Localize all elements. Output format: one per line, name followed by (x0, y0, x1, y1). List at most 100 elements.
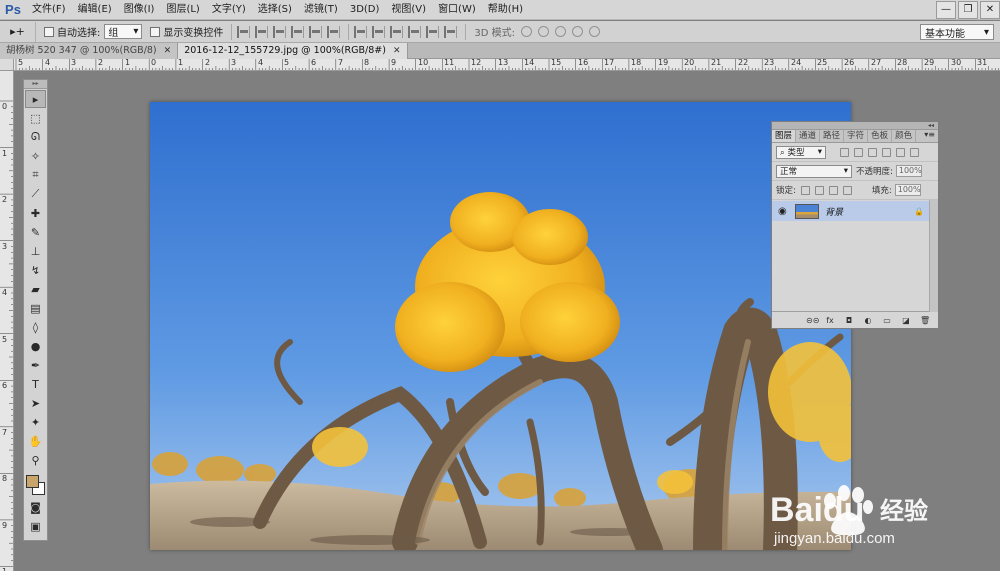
ruler-origin[interactable] (0, 59, 14, 71)
path-select-tool[interactable]: ➤ (25, 394, 46, 412)
auto-select-checkbox[interactable] (44, 26, 54, 37)
distribute-right-icon[interactable] (444, 25, 458, 38)
toolbox-header[interactable]: ▸▸ (24, 80, 47, 89)
menu-select[interactable]: 选择(S) (252, 0, 298, 20)
panel-collapse-icon[interactable]: ◂◂ (772, 122, 938, 130)
slide-3d-icon[interactable] (572, 26, 583, 37)
layer-style-icon[interactable]: fx (825, 316, 835, 325)
blur-tool[interactable]: ◊ (25, 318, 46, 336)
brush-tool[interactable]: ✎ (25, 223, 46, 241)
eraser-tool[interactable]: ▰ (25, 280, 46, 298)
lock-transparent-icon[interactable] (800, 185, 810, 195)
lock-image-icon[interactable] (814, 185, 824, 195)
healing-brush-tool[interactable]: ✚ (25, 204, 46, 222)
align-vcenter-icon[interactable] (255, 25, 269, 38)
show-transform-checkbox[interactable] (150, 26, 161, 37)
align-hcenter-icon[interactable] (309, 25, 323, 38)
close-icon[interactable]: ✕ (393, 43, 401, 59)
document-canvas[interactable] (150, 102, 851, 550)
align-right-icon[interactable] (327, 25, 341, 38)
crop-tool[interactable]: ⌗ (25, 166, 46, 184)
layer-list-scrollbar[interactable] (929, 200, 938, 312)
filter-pixel-icon[interactable] (840, 147, 849, 157)
menu-window[interactable]: 窗口(W) (432, 0, 482, 20)
tab-document-1[interactable]: 胡杨树 520 347 @ 100%(RGB/8) ✕ (0, 43, 179, 59)
lock-position-icon[interactable] (828, 185, 838, 195)
lasso-tool[interactable]: ᘏ (25, 128, 46, 146)
distribute-hcenter-icon[interactable] (426, 25, 440, 38)
align-top-icon[interactable] (237, 25, 251, 38)
menu-type[interactable]: 文字(Y) (206, 0, 252, 20)
shape-tool[interactable]: ✦ (25, 413, 46, 431)
screen-mode-icon[interactable]: ▣ (25, 517, 46, 535)
opacity-field[interactable]: 100% (895, 165, 922, 177)
adjustment-layer-icon[interactable]: ◐ (863, 316, 873, 325)
horizontal-ruler[interactable]: 5 4 3 2 1 0 1 2 3 4 5 6 7 8 9 10 11 12 13 14 15 16 17 18 19 20 21 2… (14, 59, 1000, 71)
new-group-icon[interactable]: ▭ (882, 316, 892, 325)
layer-filter-dropdown[interactable]: ⌕ 类型 ▾ (776, 145, 826, 159)
eye-icon[interactable]: ◉ (778, 206, 790, 217)
new-layer-icon[interactable]: ◪ (901, 316, 911, 325)
layer-row-background[interactable]: ◉ 背景 🔒 (772, 201, 930, 221)
auto-select-dropdown[interactable]: 组 ▾ (104, 24, 143, 39)
link-layers-icon[interactable]: ⊝⊝ (806, 316, 819, 325)
rotate-3d-icon[interactable] (521, 26, 532, 37)
foreground-color-swatch[interactable] (26, 475, 39, 488)
distribute-bottom-icon[interactable] (390, 25, 404, 38)
tab-swatches[interactable]: 色板 (868, 130, 893, 142)
menu-help[interactable]: 帮助(H) (482, 0, 529, 20)
tab-color[interactable]: 颜色 (892, 130, 917, 142)
menu-filter[interactable]: 滤镜(T) (298, 0, 344, 20)
drag-3d-icon[interactable] (555, 26, 566, 37)
filter-type-icon[interactable] (868, 147, 877, 157)
marquee-tool[interactable]: ⬚ (25, 109, 46, 127)
distribute-vcenter-icon[interactable] (372, 25, 386, 38)
layer-name[interactable]: 背景 (825, 205, 843, 218)
hand-tool[interactable]: ✋ (25, 432, 46, 450)
tab-document-2[interactable]: 2016-12-12_155729.jpg @ 100%(RGB/8#) ✕ (178, 43, 408, 59)
vertical-ruler[interactable]: 01234567891 (0, 59, 14, 571)
add-mask-icon[interactable]: ◘ (844, 316, 854, 325)
filter-shape-icon[interactable] (882, 147, 891, 157)
filter-smart-object-icon[interactable] (896, 147, 905, 157)
workspace-dropdown[interactable]: 基本功能 ▾ (920, 24, 994, 40)
minimize-button[interactable]: — (936, 1, 956, 19)
clone-stamp-tool[interactable]: ⊥ (25, 242, 46, 260)
menu-view[interactable]: 视图(V) (385, 0, 432, 20)
close-icon[interactable]: ✕ (164, 43, 172, 59)
pen-tool[interactable]: ✒ (25, 356, 46, 374)
filter-toggle-icon[interactable] (910, 147, 919, 157)
delete-layer-icon[interactable]: 🗑 (920, 316, 930, 325)
roll-3d-icon[interactable] (538, 26, 549, 37)
tab-layers[interactable]: 图层 (772, 130, 797, 142)
scale-3d-icon[interactable] (589, 26, 600, 37)
menu-layer[interactable]: 图层(L) (160, 0, 205, 20)
lock-all-icon[interactable] (842, 185, 852, 195)
menu-3d[interactable]: 3D(D) (344, 0, 386, 20)
fill-field[interactable]: 100% (894, 184, 921, 196)
type-tool[interactable]: T (25, 375, 46, 393)
panel-menu-icon[interactable]: ▾≡ (924, 130, 935, 139)
dodge-tool[interactable]: ● (25, 337, 46, 355)
zoom-tool[interactable]: ⚲ (25, 451, 46, 469)
tab-channels[interactable]: 通道 (796, 130, 821, 142)
menu-file[interactable]: 文件(F) (26, 0, 72, 20)
align-bottom-icon[interactable] (273, 25, 287, 38)
move-tool[interactable]: ▸ (25, 90, 46, 108)
blend-mode-dropdown[interactable]: 正常 ▾ (776, 164, 852, 178)
eyedropper-tool[interactable]: ⟋ (25, 185, 46, 203)
align-left-icon[interactable] (291, 25, 305, 38)
move-tool-preset[interactable]: ▸+ (0, 21, 36, 42)
history-brush-tool[interactable]: ↯ (25, 261, 46, 279)
distribute-left-icon[interactable] (408, 25, 422, 38)
gradient-tool[interactable]: ▤ (25, 299, 46, 317)
quick-select-tool[interactable]: ✧ (25, 147, 46, 165)
filter-adjustment-icon[interactable] (854, 147, 863, 157)
quick-mask-icon[interactable]: ◙ (25, 498, 46, 516)
tab-character[interactable]: 字符 (844, 130, 869, 142)
restore-button[interactable]: ❐ (958, 1, 978, 19)
tab-paths[interactable]: 路径 (820, 130, 845, 142)
menu-image[interactable]: 图像(I) (118, 0, 161, 20)
menu-edit[interactable]: 编辑(E) (72, 0, 118, 20)
close-button[interactable]: ✕ (980, 1, 1000, 19)
